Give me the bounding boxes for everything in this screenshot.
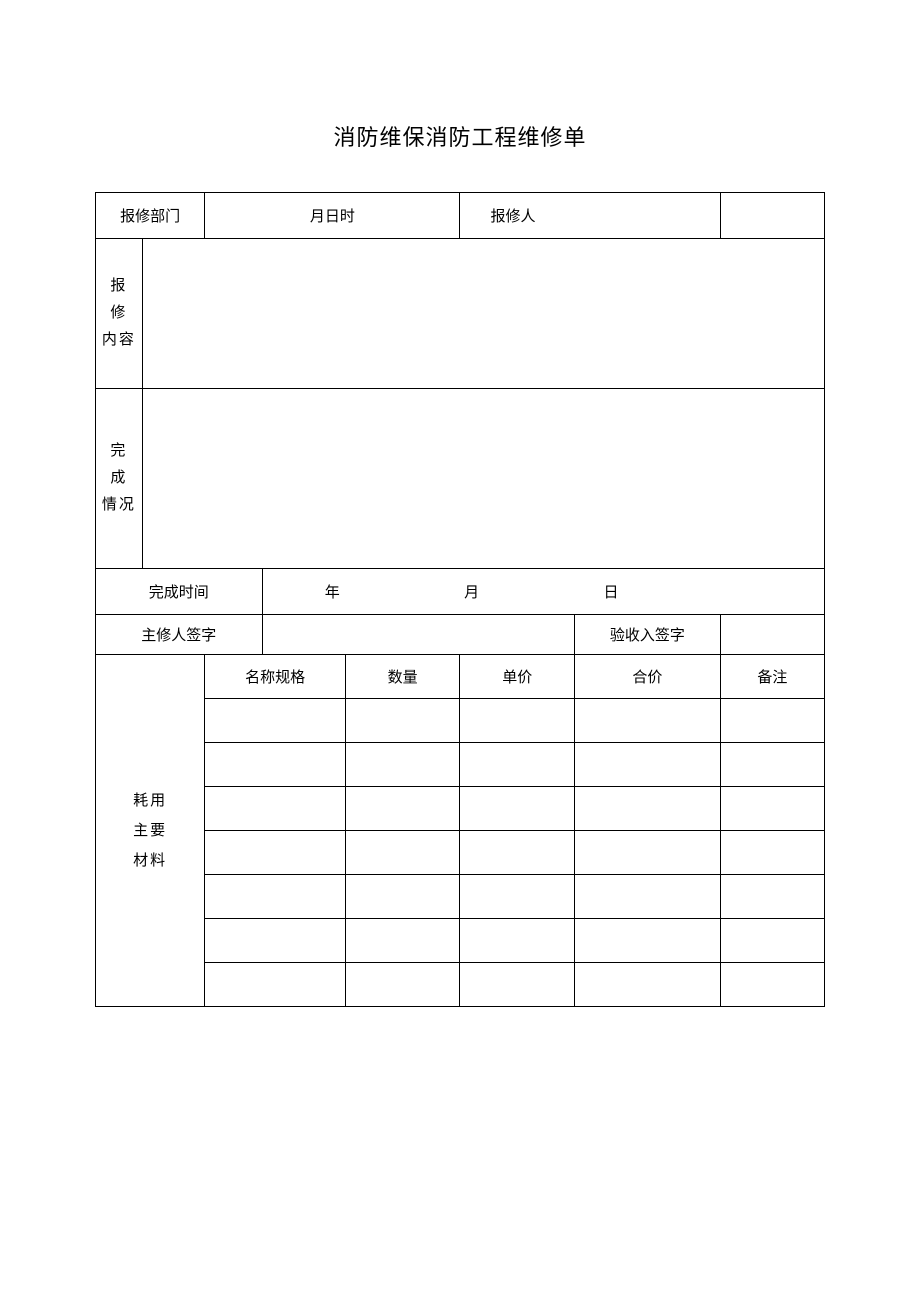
complete-time-label: 完成时间 [96, 569, 263, 615]
page-title: 消防维保消防工程维修单 [95, 120, 825, 152]
material-spec [205, 831, 346, 875]
material-remark [720, 787, 824, 831]
material-unit-price [460, 743, 575, 787]
material-remark [720, 831, 824, 875]
materials-header-unit-price: 单价 [460, 655, 575, 699]
content-value [142, 239, 824, 389]
material-remark [720, 919, 824, 963]
material-total-price [575, 743, 721, 787]
dept-value: 月日时 [205, 193, 460, 239]
materials-header-qty: 数量 [345, 655, 460, 699]
material-spec [205, 875, 346, 919]
repairer-sig-label: 主修人签字 [96, 615, 263, 655]
repairer-sig-value [262, 615, 574, 655]
completion-label: 完 成 情况 [96, 389, 143, 569]
material-spec [205, 743, 346, 787]
material-remark [720, 875, 824, 919]
materials-header-spec: 名称规格 [205, 655, 346, 699]
material-qty [345, 875, 460, 919]
material-qty [345, 831, 460, 875]
materials-side-label: 耗用 主要 材料 [96, 655, 205, 1007]
material-spec [205, 699, 346, 743]
material-qty [345, 919, 460, 963]
material-total-price [575, 699, 721, 743]
material-qty [345, 699, 460, 743]
material-total-price [575, 787, 721, 831]
material-unit-price [460, 875, 575, 919]
material-unit-price [460, 699, 575, 743]
materials-header-total-price: 合价 [575, 655, 721, 699]
completion-value [142, 389, 824, 569]
reporter-label: 报修人 [460, 193, 720, 239]
material-spec [205, 787, 346, 831]
material-remark [720, 699, 824, 743]
dept-label: 报修部门 [96, 193, 205, 239]
material-spec [205, 919, 346, 963]
inspector-sig-label: 验收入签字 [575, 615, 721, 655]
material-unit-price [460, 831, 575, 875]
material-total-price [575, 831, 721, 875]
material-qty [345, 787, 460, 831]
material-total-price [575, 875, 721, 919]
material-qty [345, 963, 460, 1007]
material-qty [345, 743, 460, 787]
reporter-value [720, 193, 824, 239]
material-unit-price [460, 919, 575, 963]
material-unit-price [460, 963, 575, 1007]
material-remark [720, 963, 824, 1007]
material-total-price [575, 919, 721, 963]
inspector-sig-value [720, 615, 824, 655]
material-remark [720, 743, 824, 787]
material-spec [205, 963, 346, 1007]
material-total-price [575, 963, 721, 1007]
repair-form-table: 报修部门 月日时 报修人 报 修 内容 完 成 情况 完成时间 [95, 192, 825, 1007]
material-unit-price [460, 787, 575, 831]
content-label: 报 修 内容 [96, 239, 143, 389]
materials-header-remark: 备注 [720, 655, 824, 699]
complete-time-value: 年 月 日 [262, 569, 824, 615]
